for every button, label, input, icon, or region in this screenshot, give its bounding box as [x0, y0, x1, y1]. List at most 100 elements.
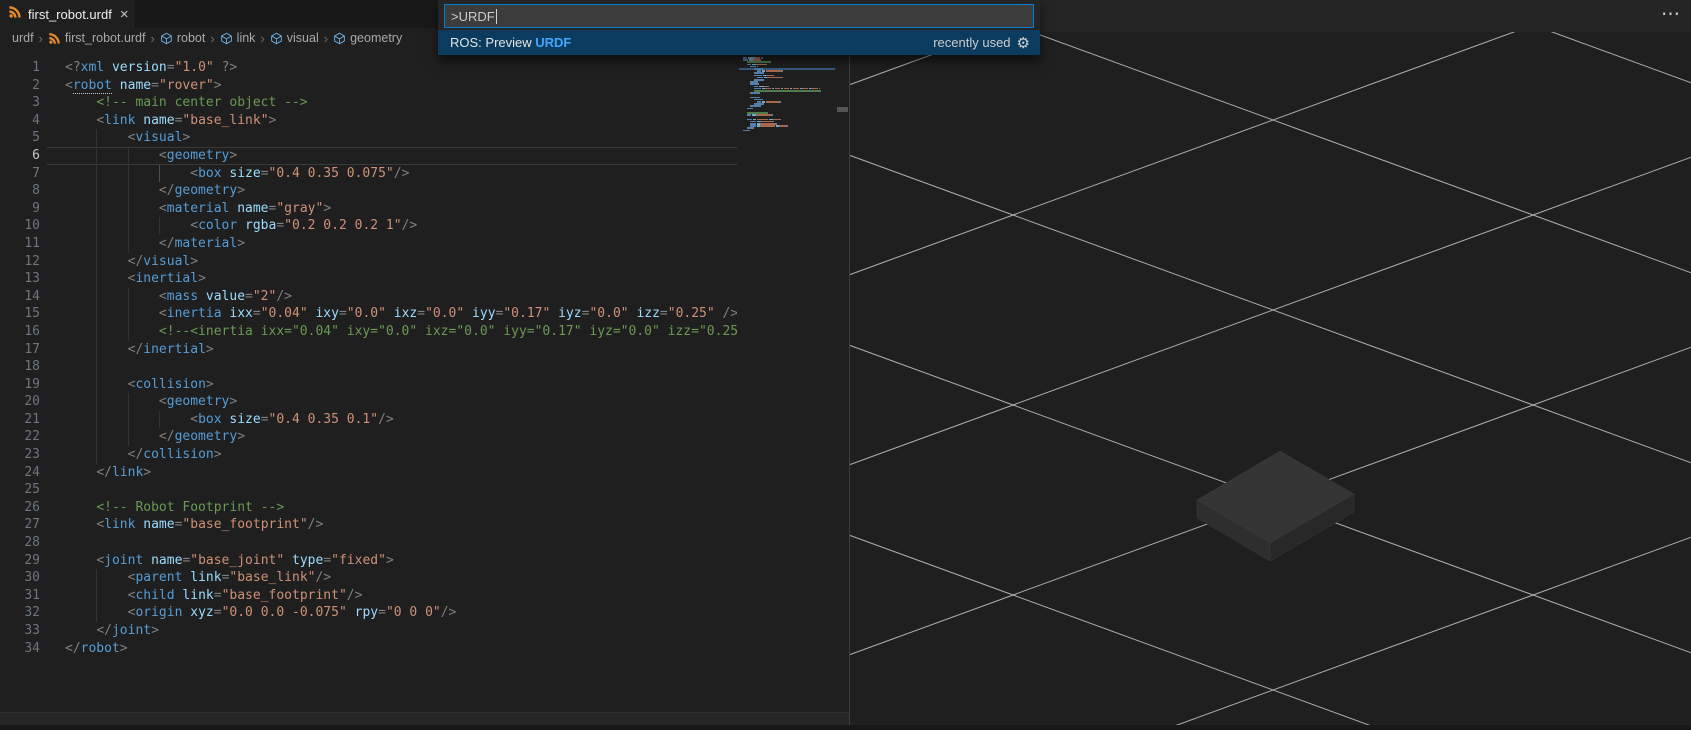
- line-number: 28: [24, 535, 40, 551]
- breadcrumb-separator: ›: [210, 30, 215, 46]
- code-text: <child link="base_footprint"/>: [127, 587, 363, 603]
- close-icon[interactable]: ×: [120, 7, 129, 22]
- code-line-29[interactable]: 29 <joint name="base_joint" type="fixed"…: [0, 552, 737, 570]
- line-number: 18: [24, 359, 40, 375]
- minimap[interactable]: [739, 48, 835, 725]
- line-number: 2: [32, 77, 40, 93]
- minimap-line: [756, 63, 767, 66]
- code-line-15[interactable]: 15 <inertia ixx="0.04" ixy="0.0" ixz="0.…: [0, 305, 737, 323]
- code-line-18[interactable]: 18: [0, 358, 737, 376]
- minimap-line: [762, 103, 764, 105]
- code-lines: 1 <?xml version="1.0" ?> 2 <robot name="rov…: [0, 48, 737, 657]
- code-text: </geometry>: [158, 429, 246, 445]
- code-line-7[interactable]: 7 <box size="0.4 0.35 0.075"/>: [0, 164, 737, 183]
- breadcrumb-item-robot[interactable]: robot: [160, 31, 205, 45]
- code-text: </geometry>: [158, 183, 246, 199]
- code-line-30[interactable]: 30 <parent link="base_link"/>: [0, 569, 737, 587]
- indent-guide: [127, 182, 129, 200]
- palette-item-hint: recently used: [933, 35, 1011, 50]
- code-line-11[interactable]: 11 </material>: [0, 234, 737, 253]
- indent-guide: [158, 410, 160, 429]
- match-highlight: URDF: [535, 35, 572, 50]
- indent-guide: [96, 586, 98, 605]
- code-editor[interactable]: 1 <?xml version="1.0" ?> 2 <robot name="rov…: [0, 48, 849, 725]
- line-number: 34: [24, 640, 40, 656]
- tab-first-robot-urdf[interactable]: first_robot.urdf ×: [0, 0, 134, 28]
- minimap-line: [770, 114, 773, 116]
- indent-guide: [96, 129, 98, 147]
- code-line-16[interactable]: 16 <!--<inertia ixx="0.04" ixy="0.0" ixz…: [0, 322, 737, 341]
- indent-guide: [96, 604, 98, 622]
- code-line-25[interactable]: 25: [0, 481, 737, 499]
- code-line-34[interactable]: 34 </robot>: [0, 640, 737, 658]
- grid-line: [642, 346, 1691, 730]
- code-text: <robot name="rover">: [65, 77, 222, 94]
- indent-guide: [96, 164, 98, 183]
- line-number: 30: [24, 570, 40, 586]
- code-text: <!--<inertia ixx="0.04" ixy="0.0" ixz="0…: [158, 323, 737, 339]
- code-line-31[interactable]: 31 <child link="base_footprint"/>: [0, 586, 737, 605]
- code-line-2[interactable]: 2 <robot name="rover">: [0, 77, 737, 95]
- line-number: 3: [32, 95, 40, 111]
- line-number: 1: [32, 60, 40, 75]
- minimap-line: [781, 76, 784, 79]
- code-line-32[interactable]: 32 <origin xyz="0.0 0.0 -0.075" rpy="0 0…: [0, 604, 737, 622]
- code-line-3[interactable]: 3 <!-- main center object -->: [0, 94, 737, 112]
- code-line-5[interactable]: 5 <visual>: [0, 129, 737, 147]
- code-line-24[interactable]: 24 </link>: [0, 464, 737, 482]
- code-text: <box size="0.4 0.35 0.1"/>: [190, 411, 394, 427]
- code-text: <link name="base_footprint"/>: [96, 517, 324, 533]
- code-line-4[interactable]: 4 <link name="base_link">: [0, 112, 737, 130]
- breadcrumb-separator: ›: [150, 30, 155, 46]
- preview-3d-viewport[interactable]: [0, 0, 1691, 730]
- grid-line: [1682, 726, 1691, 730]
- breadcrumb-item-urdf[interactable]: urdf: [12, 31, 34, 45]
- horizontal-scrollbar[interactable]: [0, 712, 849, 725]
- code-line-8[interactable]: 8 </geometry>: [0, 182, 737, 200]
- code-text: <link name="base_link">: [96, 112, 277, 128]
- line-number: 10: [24, 218, 40, 234]
- code-line-10[interactable]: 10 <color rgba="0.2 0.2 0.2 1"/>: [0, 217, 737, 235]
- code-line-21[interactable]: 21 <box size="0.4 0.35 0.1"/>: [0, 410, 737, 429]
- breadcrumb-item-geometry[interactable]: geometry: [333, 31, 402, 45]
- grid-line: [0, 0, 1603, 586]
- more-actions-icon[interactable]: ⋯: [1661, 3, 1681, 26]
- line-number: 6: [32, 147, 40, 163]
- code-line-27[interactable]: 27 <link name="base_footprint"/>: [0, 516, 737, 534]
- breadcrumb-item-first_robot-urdf[interactable]: first_robot.urdf: [48, 31, 145, 45]
- vertical-scrollbar[interactable]: [835, 48, 849, 725]
- indent-guide: [127, 305, 129, 323]
- code-text: <collision>: [127, 376, 214, 392]
- code-line-26[interactable]: 26 <!-- Robot Footprint -->: [0, 499, 737, 517]
- code-line-33[interactable]: 33 </joint>: [0, 622, 737, 640]
- breadcrumb-item-visual[interactable]: visual: [270, 31, 319, 45]
- code-line-22[interactable]: 22 </geometry>: [0, 428, 737, 447]
- code-line-14[interactable]: 14 <mass value="2"/>: [0, 287, 737, 306]
- indent-guide: [96, 340, 98, 359]
- line-number: 5: [32, 130, 40, 146]
- breadcrumb-item-link[interactable]: link: [220, 31, 255, 45]
- line-number: 12: [24, 253, 40, 269]
- indent-guide: [96, 305, 98, 323]
- code-line-1[interactable]: 1 <?xml version="1.0" ?>: [0, 59, 737, 77]
- minimap-line: [752, 105, 761, 107]
- code-text: <visual>: [127, 130, 191, 146]
- code-line-28[interactable]: 28: [0, 534, 737, 552]
- code-line-17[interactable]: 17 </inertial>: [0, 340, 737, 359]
- command-input[interactable]: >URDF: [444, 4, 1034, 28]
- code-line-20[interactable]: 20 <geometry>: [0, 393, 737, 411]
- indent-guide: [96, 146, 98, 165]
- gear-icon[interactable]: ⚙: [1017, 34, 1030, 52]
- code-line-23[interactable]: 23 </collision>: [0, 446, 737, 464]
- code-line-12[interactable]: 12 </visual>: [0, 252, 737, 271]
- code-line-6[interactable]: 6 <geometry>: [0, 146, 737, 165]
- palette-item-ros-preview-urdf[interactable]: ROS: Preview URDF recently used ⚙: [438, 30, 1040, 55]
- code-line-19[interactable]: 19 <collision>: [0, 375, 737, 394]
- code-line-9[interactable]: 9 <material name="gray">: [0, 199, 737, 218]
- indent-guide: [127, 217, 129, 235]
- tab-label: first_robot.urdf: [28, 6, 112, 22]
- indent-guide: [96, 393, 98, 411]
- line-number: 15: [24, 306, 40, 322]
- code-line-13[interactable]: 13 <inertial>: [0, 270, 737, 288]
